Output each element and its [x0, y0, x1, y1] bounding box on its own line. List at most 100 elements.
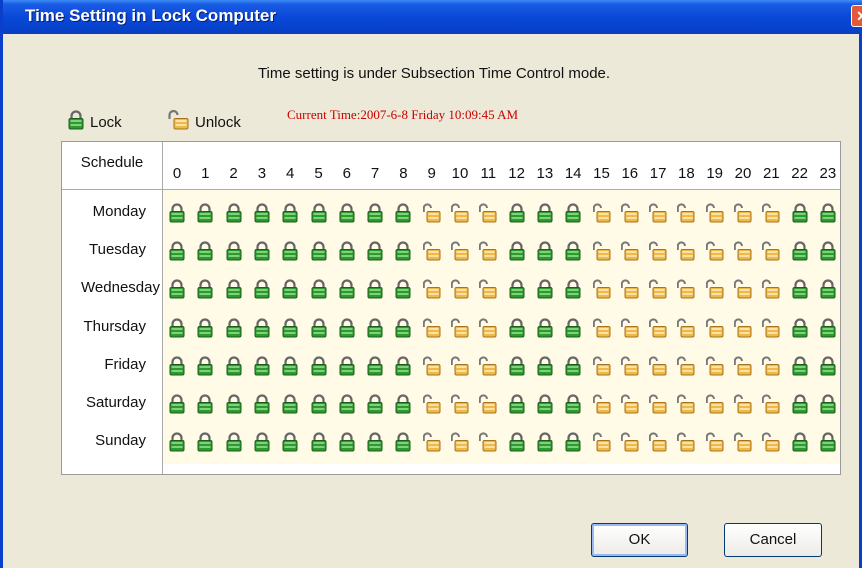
lock-icon[interactable] — [168, 279, 186, 299]
lock-icon[interactable] — [225, 394, 243, 414]
hour-label-8[interactable]: 8 — [389, 165, 417, 182]
lock-icon[interactable] — [225, 241, 243, 261]
lock-icon[interactable] — [196, 203, 214, 223]
unlock-icon[interactable] — [734, 279, 752, 299]
unlock-icon[interactable] — [677, 356, 695, 376]
lock-icon[interactable] — [394, 356, 412, 376]
lock-icon[interactable] — [819, 241, 837, 261]
lock-icon[interactable] — [536, 241, 554, 261]
lock-icon[interactable] — [196, 394, 214, 414]
lock-icon[interactable] — [536, 394, 554, 414]
lock-icon[interactable] — [791, 279, 809, 299]
lock-icon[interactable] — [310, 432, 328, 452]
unlock-icon[interactable] — [422, 394, 441, 414]
lock-icon[interactable] — [338, 203, 356, 223]
lock-icon[interactable] — [819, 279, 837, 299]
unlock-icon[interactable] — [451, 241, 469, 261]
lock-icon[interactable] — [791, 394, 809, 414]
unlock-icon[interactable] — [705, 203, 724, 223]
unlock-icon[interactable] — [620, 318, 639, 338]
unlock-icon[interactable] — [479, 203, 497, 223]
unlock-icon[interactable] — [677, 318, 695, 338]
title-bar[interactable]: Time Setting in Lock Computer ✕ — [3, 0, 862, 34]
unlock-icon[interactable] — [734, 318, 752, 338]
hour-label-23[interactable]: 23 — [814, 165, 842, 182]
unlock-icon[interactable] — [734, 203, 752, 223]
lock-icon[interactable] — [366, 318, 384, 338]
lock-icon[interactable] — [366, 241, 384, 261]
hour-label-2[interactable]: 2 — [220, 165, 248, 182]
lock-icon[interactable] — [394, 394, 412, 414]
day-label-sunday[interactable]: Sunday — [62, 432, 162, 449]
lock-icon[interactable] — [366, 279, 384, 299]
lock-icon[interactable] — [366, 356, 384, 376]
day-label-monday[interactable]: Monday — [62, 203, 162, 220]
unlock-icon[interactable] — [705, 318, 724, 338]
lock-icon[interactable] — [366, 432, 384, 452]
lock-icon[interactable] — [508, 318, 526, 338]
lock-icon[interactable] — [338, 279, 356, 299]
lock-icon[interactable] — [281, 394, 299, 414]
unlock-icon[interactable] — [705, 432, 724, 452]
day-label-thursday[interactable]: Thursday — [62, 318, 162, 335]
hour-label-5[interactable]: 5 — [305, 165, 333, 182]
lock-icon[interactable] — [536, 356, 554, 376]
lock-icon[interactable] — [819, 394, 837, 414]
unlock-icon[interactable] — [649, 318, 667, 338]
lock-icon[interactable] — [508, 394, 526, 414]
lock-icon[interactable] — [394, 432, 412, 452]
lock-icon[interactable] — [564, 356, 582, 376]
unlock-icon[interactable] — [479, 356, 497, 376]
ok-button[interactable]: OK — [591, 523, 688, 557]
unlock-icon[interactable] — [592, 394, 611, 414]
unlock-icon[interactable] — [451, 279, 469, 299]
day-label-tuesday[interactable]: Tuesday — [62, 241, 162, 258]
unlock-icon[interactable] — [422, 318, 441, 338]
lock-icon[interactable] — [394, 241, 412, 261]
day-label-friday[interactable]: Friday — [62, 356, 162, 373]
lock-icon[interactable] — [281, 241, 299, 261]
lock-icon[interactable] — [196, 432, 214, 452]
unlock-icon[interactable] — [649, 432, 667, 452]
unlock-icon[interactable] — [620, 279, 639, 299]
lock-icon[interactable] — [536, 318, 554, 338]
lock-icon[interactable] — [791, 241, 809, 261]
unlock-icon[interactable] — [620, 241, 639, 261]
lock-icon[interactable] — [253, 203, 271, 223]
unlock-icon[interactable] — [705, 279, 724, 299]
lock-icon[interactable] — [366, 203, 384, 223]
unlock-icon[interactable] — [677, 394, 695, 414]
unlock-icon[interactable] — [762, 203, 780, 223]
hour-label-18[interactable]: 18 — [672, 165, 700, 182]
cancel-button[interactable]: Cancel — [724, 523, 822, 557]
unlock-icon[interactable] — [451, 356, 469, 376]
unlock-icon[interactable] — [479, 241, 497, 261]
hour-label-11[interactable]: 11 — [474, 165, 502, 182]
lock-icon[interactable] — [366, 394, 384, 414]
unlock-icon[interactable] — [592, 318, 611, 338]
unlock-icon[interactable] — [451, 394, 469, 414]
hour-label-4[interactable]: 4 — [276, 165, 304, 182]
lock-icon[interactable] — [225, 203, 243, 223]
lock-icon[interactable] — [310, 241, 328, 261]
lock-icon[interactable] — [281, 203, 299, 223]
lock-icon[interactable] — [791, 203, 809, 223]
unlock-icon[interactable] — [422, 241, 441, 261]
lock-icon[interactable] — [196, 279, 214, 299]
lock-icon[interactable] — [338, 356, 356, 376]
unlock-icon[interactable] — [649, 356, 667, 376]
unlock-icon[interactable] — [451, 432, 469, 452]
unlock-icon[interactable] — [762, 432, 780, 452]
lock-icon[interactable] — [508, 279, 526, 299]
hour-label-22[interactable]: 22 — [786, 165, 814, 182]
lock-icon[interactable] — [310, 356, 328, 376]
lock-icon[interactable] — [310, 279, 328, 299]
lock-icon[interactable] — [791, 432, 809, 452]
unlock-icon[interactable] — [734, 432, 752, 452]
unlock-icon[interactable] — [762, 356, 780, 376]
lock-icon[interactable] — [225, 318, 243, 338]
lock-icon[interactable] — [225, 432, 243, 452]
lock-icon[interactable] — [819, 318, 837, 338]
lock-icon[interactable] — [168, 394, 186, 414]
unlock-icon[interactable] — [762, 241, 780, 261]
